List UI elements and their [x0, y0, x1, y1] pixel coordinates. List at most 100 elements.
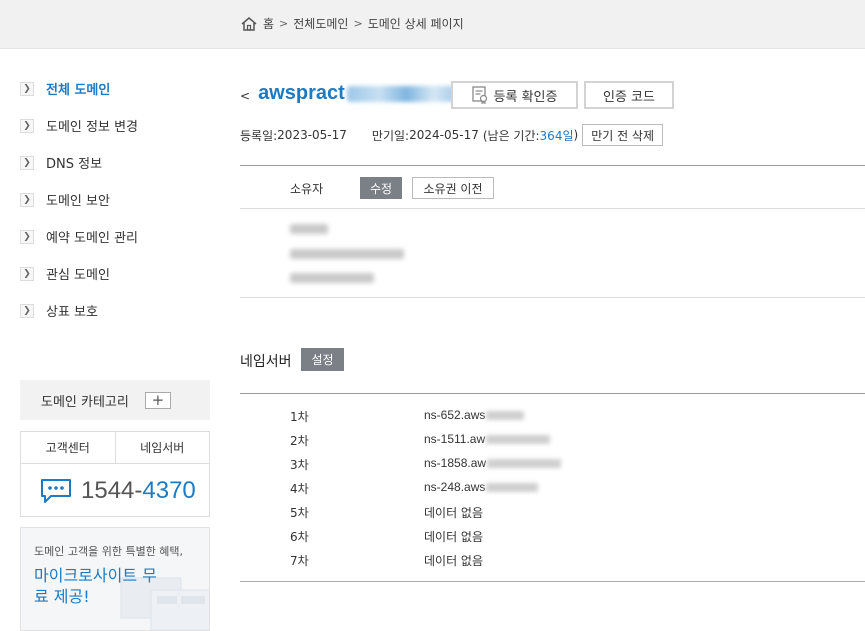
redacted — [487, 459, 562, 469]
domain-header: < awspract — [240, 82, 455, 105]
sidebar-item-domain-security[interactable]: ❯ 도메인 보안 — [20, 181, 210, 218]
domain-name-redacted — [346, 85, 455, 102]
support-phone-number: 1544-4370 — [81, 477, 196, 505]
support-box: 고객센터 네임서버 1544-4370 — [20, 431, 210, 517]
owner-edit-button[interactable]: 수정 — [360, 177, 402, 199]
expires-label: 만기일: — [371, 128, 410, 143]
owner-phone-redacted — [290, 273, 374, 283]
remaining-prefix: (남은 기간: — [482, 128, 540, 143]
domain-name: awspract — [258, 82, 345, 104]
breadcrumb-all-domains[interactable]: 전체도메인 — [293, 15, 348, 32]
promo-title: 마이크로사이트 무료 제공! — [34, 566, 157, 606]
sidebar-item-domain-info-change[interactable]: ❯ 도메인 정보 변경 — [20, 107, 210, 144]
divider — [240, 208, 865, 209]
sidebar-item-label: 예약 도메인 관리 — [46, 231, 138, 246]
registered-label: 등록일: — [240, 128, 278, 143]
auth-code-button[interactable]: 인증 코드 — [584, 81, 674, 109]
phone-suffix: 4370 — [142, 477, 196, 504]
nameserver-row: 5차 데이터 없음 — [240, 500, 865, 524]
sidebar-item-label: 상표 보호 — [46, 305, 98, 320]
nameserver-order: 3차 — [290, 458, 309, 472]
sidebar-item-trademark-protection[interactable]: ❯ 상표 보호 — [20, 292, 210, 329]
delete-before-expiry-button[interactable]: 만기 전 삭제 — [582, 124, 664, 146]
owner-label: 소유자 — [290, 182, 324, 196]
nameserver-host: ns-1858.aw — [424, 456, 487, 470]
owner-name-redacted — [290, 224, 328, 234]
nameserver-value: ns-1511.aw — [424, 432, 551, 446]
divider — [240, 165, 865, 166]
certificate-icon — [471, 86, 487, 104]
add-category-button[interactable]: + — [144, 391, 171, 409]
breadcrumb-current: 도메인 상세 페이지 — [367, 17, 464, 31]
registration-certificate-button[interactable]: 등록 확인증 — [451, 81, 578, 109]
breadcrumb: 홈 > 전체도메인 > 도메인 상세 페이지 — [240, 15, 464, 32]
chevron-right-icon: ❯ — [20, 192, 34, 207]
tab-nameserver[interactable]: 네임서버 — [116, 432, 210, 463]
sidebar-item-label: 도메인 보안 — [46, 194, 110, 209]
nameserver-order: 6차 — [290, 530, 309, 544]
domain-category-label: 도메인 카테고리 — [41, 394, 129, 410]
breadcrumb-separator: > — [353, 17, 363, 30]
domain-category-box: 도메인 카테고리 + — [20, 380, 210, 420]
nameserver-row: 3차 ns-1858.aw — [240, 452, 865, 476]
nameserver-order: 4차 — [290, 482, 309, 496]
expires-date: 2024-05-17 — [409, 128, 479, 142]
sidebar-item-label: 관심 도메인 — [46, 268, 110, 283]
back-button[interactable]: < — [240, 89, 250, 103]
breadcrumb-home[interactable]: 홈 — [263, 15, 274, 32]
ownership-transfer-button[interactable]: 소유권 이전 — [412, 177, 494, 199]
support-phone: 1544-4370 — [21, 464, 209, 518]
top-bar: 홈 > 전체도메인 > 도메인 상세 페이지 — [0, 0, 865, 49]
nameserver-value: 데이터 없음 — [424, 530, 484, 544]
redacted — [486, 435, 551, 445]
redacted — [486, 411, 525, 421]
nameserver-order: 1차 — [290, 410, 309, 424]
chevron-right-icon: ❯ — [20, 229, 34, 244]
home-icon[interactable] — [240, 16, 258, 32]
promo-subtitle: 도메인 고객을 위한 특별한 혜택, — [34, 545, 184, 558]
nameserver-settings-button[interactable]: 설정 — [301, 348, 344, 371]
microsite-promo-banner[interactable]: 도메인 고객을 위한 특별한 혜택, 마이크로사이트 무료 제공! — [20, 527, 210, 631]
chat-icon — [41, 479, 71, 503]
chevron-right-icon: ❯ — [20, 118, 34, 133]
nameserver-host: ns-652.aws — [424, 408, 486, 422]
divider — [240, 393, 865, 394]
sidebar-item-all-domains[interactable]: ❯ 전체 도메인 — [20, 70, 210, 107]
nameserver-title: 네임서버 — [240, 354, 292, 370]
sidebar-item-label: 도메인 정보 변경 — [46, 120, 138, 135]
nameserver-value: ns-652.aws — [424, 408, 525, 422]
sidebar-item-reserved-domains[interactable]: ❯ 예약 도메인 관리 — [20, 218, 210, 255]
sidebar-item-dns-info[interactable]: ❯ DNS 정보 — [20, 144, 210, 181]
sidebar-item-favorite-domains[interactable]: ❯ 관심 도메인 — [20, 255, 210, 292]
registered-date: 2023-05-17 — [277, 128, 347, 142]
nameserver-host: ns-248.aws — [424, 480, 486, 494]
support-tabs: 고객센터 네임서버 — [21, 432, 209, 464]
breadcrumb-separator: > — [279, 17, 289, 30]
remaining-suffix: ) — [573, 128, 579, 142]
owner-email-redacted — [290, 249, 404, 259]
nameserver-row: 6차 데이터 없음 — [240, 524, 865, 548]
redacted — [486, 483, 539, 493]
nameserver-row: 2차 ns-1511.aw — [240, 428, 865, 452]
chevron-right-icon: ❯ — [20, 81, 34, 96]
tab-customer-center[interactable]: 고객센터 — [21, 432, 116, 463]
divider — [240, 581, 865, 582]
phone-prefix: 1544- — [81, 477, 143, 504]
nameserver-order: 7차 — [290, 554, 309, 568]
nameserver-row: 7차 데이터 없음 — [240, 548, 865, 572]
divider — [240, 297, 865, 298]
nameserver-row: 4차 ns-248.aws — [240, 476, 865, 500]
nameserver-value: 데이터 없음 — [424, 554, 484, 568]
nameserver-order: 2차 — [290, 434, 309, 448]
nameserver-order: 5차 — [290, 506, 309, 520]
nameserver-row: 1차 ns-652.aws — [240, 404, 865, 428]
nameserver-value: ns-248.aws — [424, 480, 539, 494]
sidebar-item-label: 전체 도메인 — [46, 83, 111, 98]
nameserver-value: ns-1858.aw — [424, 456, 562, 470]
nameserver-host: ns-1511.aw — [424, 432, 486, 446]
remaining-days: 364일 — [539, 128, 574, 143]
domain-dates: 등록일: 2023-05-17 만기일: 2024-05-17 (남은 기간: … — [240, 124, 664, 146]
registration-certificate-label: 등록 확인증 — [493, 89, 558, 105]
chevron-right-icon: ❯ — [20, 155, 34, 170]
sidebar: ❯ 전체 도메인 ❯ 도메인 정보 변경 ❯ DNS 정보 ❯ 도메인 보안 ❯… — [20, 70, 210, 329]
